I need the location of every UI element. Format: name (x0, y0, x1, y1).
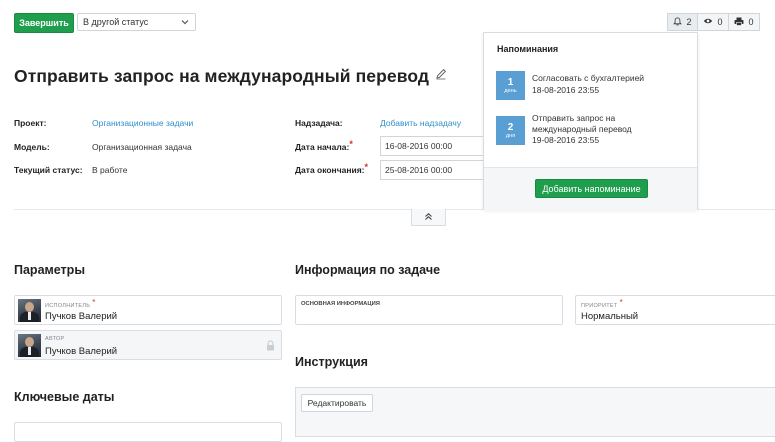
reminder-text-line1: Отправить запрос на (532, 113, 616, 123)
print-count: 0 (748, 17, 754, 27)
lock-icon (266, 340, 275, 354)
eye-icon (703, 17, 713, 27)
required-mark: * (92, 298, 96, 307)
avatar (18, 334, 41, 357)
author-field: Автор Пучков Валерий (14, 330, 282, 360)
reminder-day-badge: 1 день (496, 71, 525, 100)
required-mark: * (349, 139, 353, 149)
priority-label: Приоритет (581, 303, 618, 309)
main-info-field[interactable]: Основная информация (295, 295, 563, 325)
reminder-text: Согласовать с бухгалтерией (532, 73, 645, 83)
print-counter-button[interactable]: 0 (729, 13, 760, 31)
key-dates-field[interactable] (14, 422, 282, 442)
edit-title-pencil-icon[interactable] (435, 68, 447, 83)
task-info-heading: Информация по задаче (295, 263, 441, 277)
reminder-day-badge: 2 дня (496, 116, 525, 145)
instruction-heading: Инструкция (295, 355, 368, 369)
reminder-text-line2: международный перевод (532, 124, 632, 134)
key-dates-heading: Ключевые даты (14, 390, 115, 404)
start-date-input[interactable]: 16-08-2016 00:00 (380, 136, 484, 156)
status-select[interactable]: В другой статус (77, 13, 196, 31)
reminder-date: 18-08-2016 23:55 (532, 85, 600, 95)
end-date-value: 25-08-2016 00:00 (385, 165, 453, 175)
priority-field[interactable]: Приоритет * Нормальный (575, 295, 775, 325)
chevron-down-icon (181, 18, 189, 28)
collapse-details-button[interactable] (411, 209, 446, 226)
assignee-name: Пучков Валерий (45, 311, 118, 322)
finish-button[interactable]: Завершить (14, 13, 74, 33)
model-label: Модель: (14, 142, 50, 152)
printer-icon (734, 17, 744, 28)
parameters-heading: Параметры (14, 263, 85, 277)
required-mark: * (619, 298, 623, 307)
add-reminder-button[interactable]: Добавить напоминание (535, 179, 648, 198)
end-date-input[interactable]: 25-08-2016 00:00 (380, 160, 484, 180)
status-label: Текущий статус: (14, 165, 83, 175)
status-select-value: В другой статус (83, 17, 149, 27)
required-mark: * (364, 162, 369, 172)
double-chevron-up-icon (424, 212, 433, 223)
end-date-label: Дата окончания:* (295, 162, 369, 175)
status-value: В работе (92, 165, 128, 175)
page-title: Отправить запрос на международный перево… (14, 66, 430, 86)
reminder-date: 19-08-2016 23:55 (532, 135, 600, 145)
reminders-popover: Напоминания 1 день Согласовать с бухгалт… (483, 32, 698, 210)
project-label: Проект: (14, 118, 47, 128)
author-name: Пучков Валерий (45, 346, 118, 357)
reminder-item[interactable]: 1 день Согласовать с бухгалтерией 18-08-… (496, 71, 691, 103)
start-date-value: 16-08-2016 00:00 (385, 141, 453, 151)
edit-instruction-button[interactable]: Редактировать (301, 394, 373, 412)
model-value: Организационная задача (92, 142, 192, 152)
watchers-counter-button[interactable]: 0 (698, 13, 729, 31)
assignee-field[interactable]: Исполнитель * Пучков Валерий (14, 295, 282, 325)
reminder-item[interactable]: 2 дня Отправить запрос на международный … (496, 113, 691, 151)
main-info-label: Основная информация (301, 301, 380, 307)
start-date-label: Дата начала:* (295, 139, 353, 152)
reminders-count: 2 (686, 17, 692, 27)
watchers-count: 0 (717, 17, 723, 27)
reminders-title: Напоминания (497, 44, 559, 54)
reminders-footer: Добавить напоминание (484, 167, 697, 210)
priority-value: Нормальный (581, 311, 639, 322)
project-link[interactable]: Организационные задачи (92, 118, 193, 128)
parent-task-label: Надзадача: (295, 118, 343, 128)
avatar (18, 299, 41, 322)
bell-icon (673, 16, 683, 28)
reminders-counter-button[interactable]: 2 (667, 13, 698, 31)
assignee-label: Исполнитель (45, 303, 91, 309)
author-label: Автор (45, 336, 65, 342)
add-parent-task-link[interactable]: Добавить надзадачу (380, 118, 461, 128)
